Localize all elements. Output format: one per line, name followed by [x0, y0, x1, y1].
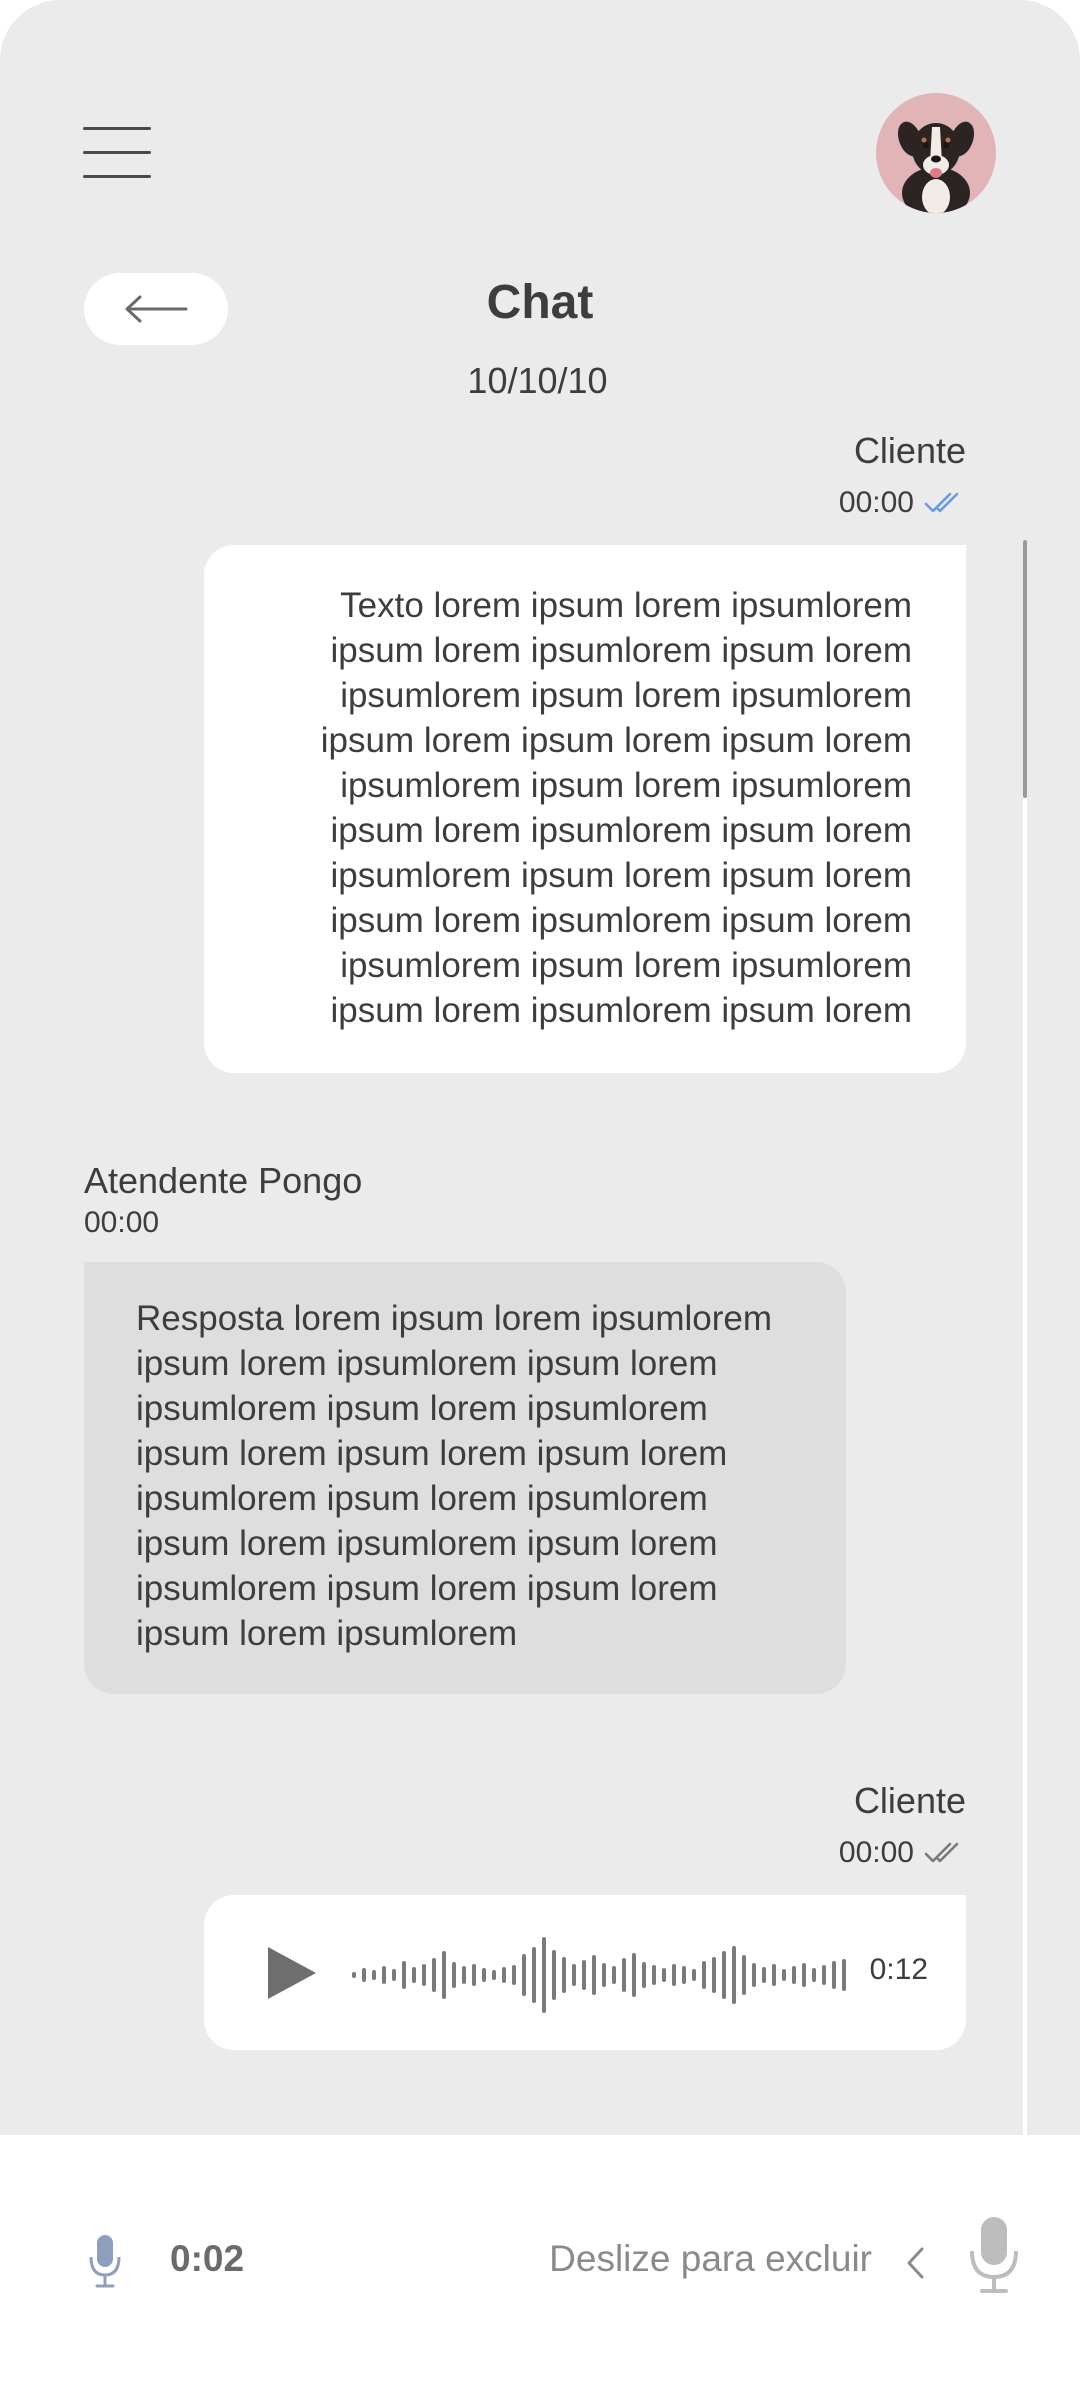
- waveform-bar: [512, 1965, 516, 1985]
- message-sender: Cliente: [853, 1780, 966, 1821]
- page-title: Chat: [486, 276, 594, 329]
- audio-duration: 0:12: [869, 1953, 928, 1986]
- message-time: 00:00: [84, 1206, 160, 1239]
- waveform-bar: [482, 1968, 486, 1982]
- waveform-bar: [562, 1957, 566, 1993]
- waveform-bar: [492, 1970, 496, 1980]
- waveform-bar: [802, 1963, 806, 1987]
- message-meta: 00:00: [839, 486, 966, 520]
- waveform-bar: [442, 1951, 446, 1999]
- waveform-bar: [692, 1969, 696, 1981]
- message-meta: 00:00: [839, 1836, 966, 1870]
- message-time: 00:00: [838, 486, 914, 519]
- menu-line: [83, 151, 151, 154]
- message-bubble-client[interactable]: Texto lorem ipsum lorem ipsumlorem ipsum…: [204, 545, 966, 1073]
- waveform-bar: [382, 1966, 386, 1984]
- audio-waveform[interactable]: [349, 1935, 849, 2015]
- chat-date: 10/10/10: [467, 360, 608, 401]
- microphone-icon: [89, 2235, 121, 2288]
- chevron-left-icon: [907, 2247, 924, 2279]
- waveform-bar: [752, 1963, 756, 1987]
- waveform-bar: [432, 1958, 436, 1992]
- waveform-bar: [672, 1964, 676, 1986]
- message-sender: Atendente Pongo: [84, 1160, 363, 1201]
- waveform-bar: [532, 1947, 536, 2003]
- chat-screen: Chat 10/10/10 Cliente 00:00 Texto lorem …: [0, 0, 1080, 2400]
- waveform-bar: [392, 1969, 396, 1981]
- waveform-bar: [702, 1961, 706, 1989]
- play-icon[interactable]: [264, 1945, 320, 2001]
- menu-line: [83, 175, 151, 178]
- audio-message: 0:12: [204, 1895, 966, 2050]
- waveform-bar: [462, 1966, 466, 1984]
- menu-icon[interactable]: [83, 127, 151, 179]
- waveform-bar: [502, 1967, 506, 1983]
- waveform-bar: [832, 1961, 836, 1989]
- slide-to-cancel-hint: Deslize para excluir: [549, 2238, 872, 2279]
- menu-line: [83, 127, 151, 130]
- waveform-bar: [762, 1967, 766, 1983]
- waveform-bar: [842, 1959, 846, 1991]
- waveform-bar: [402, 1961, 406, 1989]
- waveform-bar: [812, 1968, 816, 1982]
- waveform-bar: [772, 1964, 776, 1986]
- waveform-bar: [472, 1964, 476, 1986]
- waveform-bar: [352, 1972, 356, 1978]
- message-text: Texto lorem ipsum lorem ipsumlorem ipsum…: [320, 586, 912, 1030]
- waveform-bar: [582, 1960, 586, 1990]
- waveform-bar: [542, 1937, 546, 2013]
- message-text: Resposta lorem ipsum lorem ipsumlorem ip…: [136, 1299, 773, 1653]
- waveform-bar: [642, 1962, 646, 1988]
- waveform-bar: [712, 1957, 716, 1993]
- waveform-bar: [662, 1968, 666, 1982]
- waveform-bar: [632, 1953, 636, 1997]
- waveform-bar: [612, 1966, 616, 1984]
- waveform-bar: [552, 1950, 556, 2000]
- dog-avatar-icon: [897, 121, 975, 213]
- waveform-bar: [592, 1955, 596, 1995]
- waveform-bar: [682, 1966, 686, 1984]
- message-sender: Cliente: [853, 430, 966, 471]
- waveform-bar: [522, 1954, 526, 1996]
- message-time: 00:00: [838, 1836, 914, 1869]
- waveform-bar: [792, 1966, 796, 1984]
- waveform-bar: [732, 1946, 736, 2004]
- avatar[interactable]: [876, 93, 996, 213]
- waveform-bar: [742, 1955, 746, 1995]
- waveform-bar: [722, 1951, 726, 1999]
- waveform-bar: [602, 1963, 606, 1987]
- waveform-bar: [782, 1969, 786, 1981]
- waveform-bar: [362, 1968, 366, 1982]
- waveform-bar: [412, 1967, 416, 1983]
- recording-time: 0:02: [170, 2238, 245, 2279]
- waveform-bar: [422, 1964, 426, 1986]
- waveform-bar: [572, 1964, 576, 1986]
- waveform-bar: [452, 1962, 456, 1988]
- double-check-icon: [924, 1842, 959, 1863]
- double-check-icon: [924, 492, 959, 513]
- waveform-bar: [822, 1965, 826, 1985]
- waveform-bar: [372, 1970, 376, 1980]
- message-bubble-agent[interactable]: Resposta lorem ipsum lorem ipsumlorem ip…: [84, 1262, 846, 1694]
- waveform-bar: [652, 1965, 656, 1985]
- scrollbar-thumb[interactable]: [1023, 540, 1027, 798]
- microphone-record-button[interactable]: [968, 2215, 1020, 2295]
- waveform-bar: [622, 1958, 626, 1992]
